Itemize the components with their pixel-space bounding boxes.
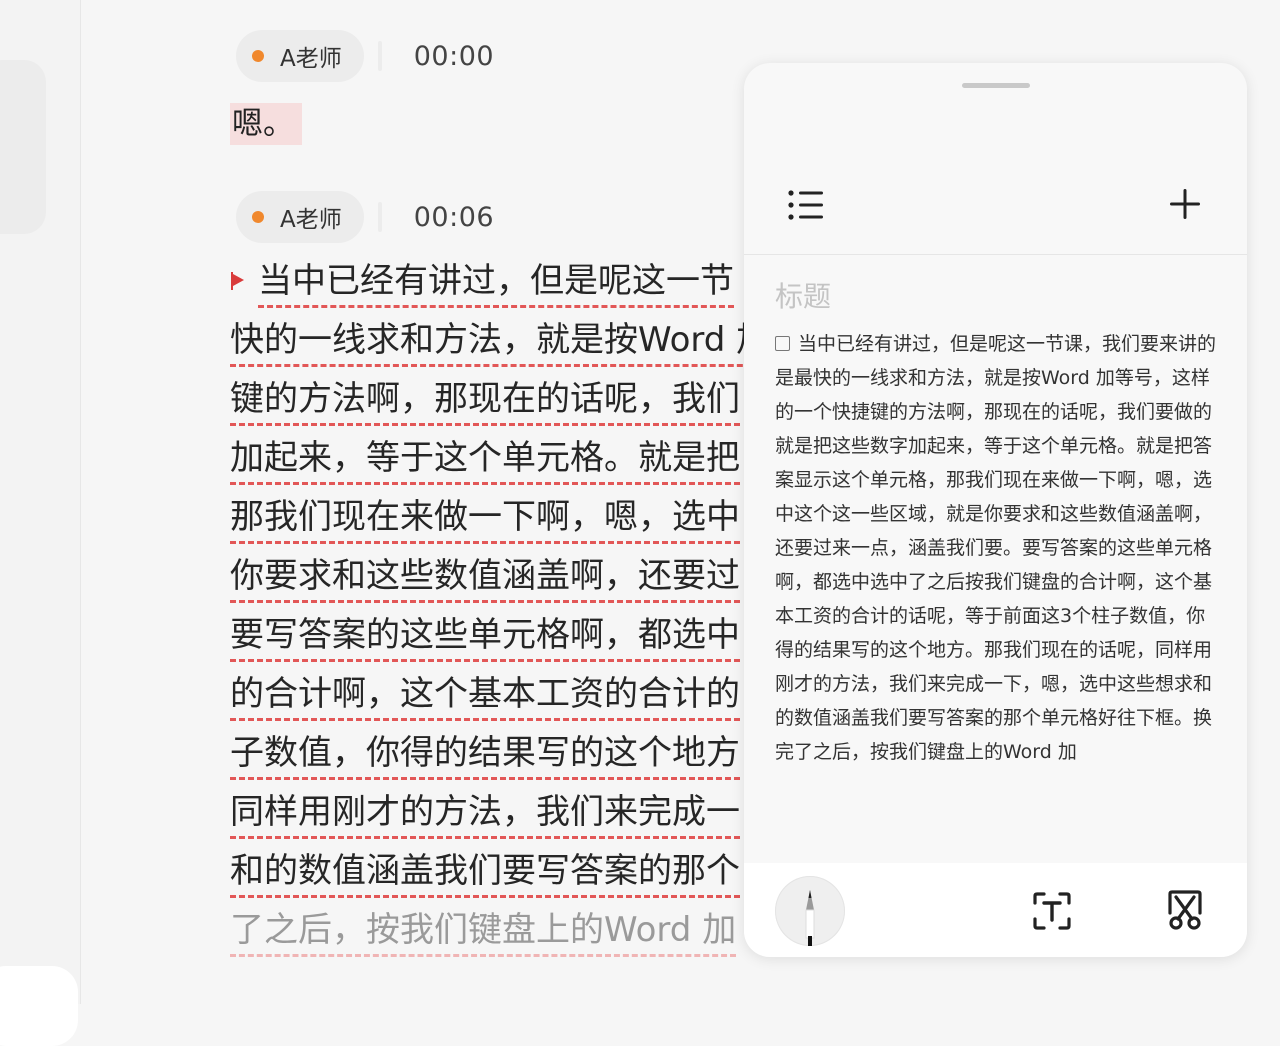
- pen-icon: [805, 890, 815, 946]
- checkbox-icon[interactable]: [775, 336, 790, 351]
- speaker-name: A老师: [280, 207, 342, 233]
- transcript-line[interactable]: 的合计啊，这个基本工资的合计的: [230, 672, 740, 721]
- transcript-line[interactable]: 嗯。: [230, 103, 302, 145]
- note-body[interactable]: 当中已经有讲过，但是呢这一节课，我们要来讲的是最快的一线求和方法，就是按Word…: [775, 327, 1221, 769]
- speaker-pill[interactable]: A老师: [236, 191, 364, 243]
- transcript-line[interactable]: 和的数值涵盖我们要写答案的那个: [230, 849, 740, 898]
- segment-header: A老师 00:00: [236, 30, 494, 82]
- drag-handle[interactable]: [962, 83, 1030, 88]
- speaker-name: A老师: [280, 46, 342, 72]
- transcript-line[interactable]: 要写答案的这些单元格啊，都选中: [230, 613, 740, 662]
- segment-header: A老师 00:06: [236, 191, 494, 243]
- transcript-line[interactable]: 子数值，你得的结果写的这个地方: [230, 731, 740, 780]
- speaker-dot-icon: [252, 50, 264, 62]
- list-icon[interactable]: [788, 189, 824, 221]
- transcript-line[interactable]: 键的方法啊，那现在的话呢，我们: [230, 377, 740, 426]
- flag-icon[interactable]: [231, 272, 245, 290]
- panel-divider: [744, 254, 1247, 255]
- note-title-input[interactable]: 标题: [775, 275, 831, 315]
- transcript-line[interactable]: 你要求和这些数值涵盖啊，还要过: [230, 554, 740, 603]
- speaker-pill-tail: [377, 202, 382, 232]
- plus-icon[interactable]: [1168, 187, 1202, 221]
- note-panel: 标题 当中已经有讲过，但是呢这一节课，我们要来讲的是最快的一线求和方法，就是按W…: [744, 63, 1247, 957]
- transcript-line[interactable]: 快的一线求和方法，就是按Word 加: [230, 318, 745, 367]
- transcript-line[interactable]: 加起来，等于这个单元格。就是把: [230, 436, 740, 485]
- speaker-dot-icon: [252, 211, 264, 223]
- transcript-line[interactable]: 当中已经有讲过，但是呢这一节: [258, 259, 734, 308]
- transcript-line[interactable]: 了之后，按我们键盘上的Word 加: [230, 908, 737, 957]
- speaker-pill-tail: [377, 41, 382, 71]
- transcript-line[interactable]: 那我们现在来做一下啊，嗯，选中: [230, 495, 740, 544]
- screenshot-cut-icon[interactable]: [1164, 889, 1206, 931]
- timestamp[interactable]: 00:06: [414, 202, 494, 233]
- timestamp[interactable]: 00:00: [414, 41, 494, 72]
- transcript-clip: A老师 00:00 嗯。 A老师 00:06 当中已经有讲过，但是呢这一节 快的…: [0, 0, 745, 1004]
- speaker-pill[interactable]: A老师: [236, 30, 364, 82]
- text-recognition-icon[interactable]: [1032, 891, 1072, 931]
- pen-button[interactable]: [775, 876, 845, 946]
- note-body-text: 当中已经有讲过，但是呢这一节课，我们要来讲的是最快的一线求和方法，就是按Word…: [775, 333, 1217, 763]
- transcript-line[interactable]: 同样用刚才的方法，我们来完成一: [230, 790, 740, 839]
- panel-toolbar: [744, 863, 1247, 957]
